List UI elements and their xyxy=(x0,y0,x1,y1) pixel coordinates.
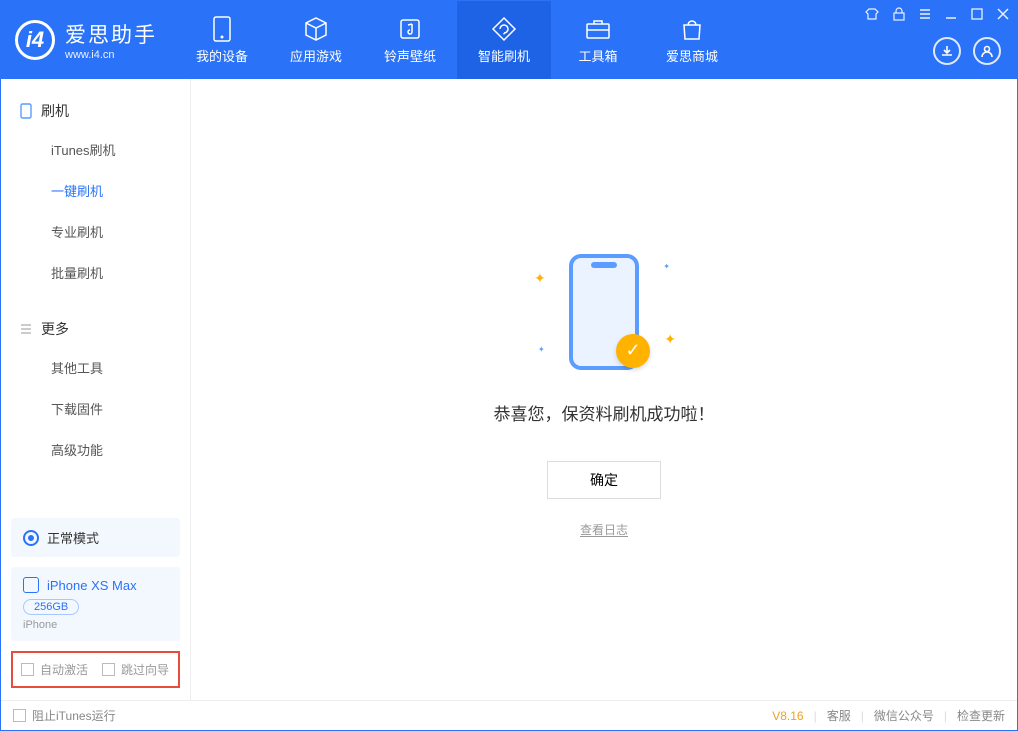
footer-link-update[interactable]: 检查更新 xyxy=(957,707,1005,724)
sparkle-icon: ✦ xyxy=(663,262,670,271)
device-name: iPhone XS Max xyxy=(47,578,137,593)
sidebar-item-download-firmware[interactable]: 下载固件 xyxy=(1,388,190,429)
nav-ringtones[interactable]: 铃声壁纸 xyxy=(363,1,457,79)
music-icon xyxy=(397,16,423,42)
sparkle-icon: ✦ xyxy=(534,270,546,287)
sidebar-item-pro-flash[interactable]: 专业刷机 xyxy=(1,211,190,252)
app-title: 爱思助手 xyxy=(65,19,157,49)
lock-icon[interactable] xyxy=(893,7,905,21)
mode-label: 正常模式 xyxy=(47,528,99,547)
flash-options: 自动激活 跳过向导 xyxy=(11,651,180,688)
main-content: ✦ ✦ ✦ ✦ ✓ 恭喜您，保资料刷机成功啦！ 确定 查看日志 xyxy=(191,79,1017,700)
top-nav: 我的设备 应用游戏 铃声壁纸 智能刷机 工具箱 爱思商城 xyxy=(175,1,739,79)
checkbox-label: 跳过向导 xyxy=(121,661,169,678)
footer-link-support[interactable]: 客服 xyxy=(827,707,851,724)
checkbox-icon xyxy=(13,709,26,722)
success-illustration: ✦ ✦ ✦ ✦ ✓ xyxy=(514,242,694,382)
sidebar-item-advanced[interactable]: 高级功能 xyxy=(1,429,190,470)
check-badge-icon: ✓ xyxy=(616,334,650,368)
device-icon xyxy=(209,16,235,42)
menu-icon[interactable] xyxy=(919,8,931,20)
sidebar-section-flash: 刷机 iTunes刷机 一键刷机 专业刷机 批量刷机 xyxy=(1,79,190,297)
app-subtitle: www.i4.cn xyxy=(65,49,157,61)
sparkle-icon: ✦ xyxy=(538,345,545,354)
footer-right: V8.16 | 客服 | 微信公众号 | 检查更新 xyxy=(772,707,1005,724)
checkbox-label: 阻止iTunes运行 xyxy=(32,707,116,724)
nav-my-device[interactable]: 我的设备 xyxy=(175,1,269,79)
device-capacity: 256GB xyxy=(23,599,79,615)
sidebar-section-more: 更多 其他工具 下载固件 高级功能 xyxy=(1,297,190,474)
user-button[interactable] xyxy=(973,37,1001,65)
nav-smart-flash[interactable]: 智能刷机 xyxy=(457,1,551,79)
nav-label: 应用游戏 xyxy=(290,46,342,65)
app-window: i4 爱思助手 www.i4.cn 我的设备 应用游戏 铃声壁纸 智能刷机 xyxy=(0,0,1018,731)
nav-apps-games[interactable]: 应用游戏 xyxy=(269,1,363,79)
sidebar-head-label: 更多 xyxy=(41,319,69,339)
sidebar-item-other-tools[interactable]: 其他工具 xyxy=(1,347,190,388)
version-label: V8.16 xyxy=(772,709,803,723)
footer-link-wechat[interactable]: 微信公众号 xyxy=(874,707,934,724)
nav-label: 我的设备 xyxy=(196,46,248,65)
bag-icon xyxy=(679,16,705,42)
cube-icon xyxy=(303,16,329,42)
close-icon[interactable] xyxy=(997,8,1009,20)
success-message: 恭喜您，保资料刷机成功啦！ xyxy=(494,400,715,425)
checkbox-block-itunes[interactable]: 阻止iTunes运行 xyxy=(13,707,116,724)
phone-icon xyxy=(19,104,33,118)
logo-icon: i4 xyxy=(15,20,55,60)
sparkle-icon: ✦ xyxy=(664,331,676,348)
logo-area[interactable]: i4 爱思助手 www.i4.cn xyxy=(1,1,175,79)
header-round-buttons xyxy=(933,37,1001,65)
body: 刷机 iTunes刷机 一键刷机 专业刷机 批量刷机 更多 其他工具 下载固件 xyxy=(1,79,1017,700)
window-controls xyxy=(865,7,1009,21)
sidebar-head-flash: 刷机 xyxy=(1,93,190,129)
sidebar-item-oneclick-flash[interactable]: 一键刷机 xyxy=(1,170,190,211)
minimize-icon[interactable] xyxy=(945,8,957,20)
checkbox-auto-activate[interactable]: 自动激活 xyxy=(21,661,88,678)
maximize-icon[interactable] xyxy=(971,8,983,20)
nav-store[interactable]: 爱思商城 xyxy=(645,1,739,79)
sidebar-list-flash: iTunes刷机 一键刷机 专业刷机 批量刷机 xyxy=(1,129,190,293)
device-name-row: iPhone XS Max xyxy=(23,577,168,593)
nav-label: 智能刷机 xyxy=(478,46,530,65)
footer: 阻止iTunes运行 V8.16 | 客服 | 微信公众号 | 检查更新 xyxy=(1,700,1017,730)
nav-label: 铃声壁纸 xyxy=(384,46,436,65)
checkbox-icon xyxy=(102,663,115,676)
refresh-icon xyxy=(491,16,517,42)
toolbox-icon xyxy=(585,16,611,42)
view-log-link[interactable]: 查看日志 xyxy=(580,521,628,538)
nav-toolbox[interactable]: 工具箱 xyxy=(551,1,645,79)
sidebar-item-itunes-flash[interactable]: iTunes刷机 xyxy=(1,129,190,170)
sidebar-head-more: 更多 xyxy=(1,311,190,347)
download-button[interactable] xyxy=(933,37,961,65)
phone-outline-icon xyxy=(23,577,39,593)
device-card[interactable]: iPhone XS Max 256GB iPhone xyxy=(11,567,180,641)
checkbox-icon xyxy=(21,663,34,676)
sidebar-list-more: 其他工具 下载固件 高级功能 xyxy=(1,347,190,470)
nav-label: 工具箱 xyxy=(578,46,617,65)
sidebar-head-label: 刷机 xyxy=(41,101,69,121)
mode-icon xyxy=(23,530,39,546)
checkbox-skip-wizard[interactable]: 跳过向导 xyxy=(102,661,169,678)
titlebar: i4 爱思助手 www.i4.cn 我的设备 应用游戏 铃声壁纸 智能刷机 xyxy=(1,1,1017,79)
skin-icon[interactable] xyxy=(865,7,879,21)
nav-label: 爱思商城 xyxy=(666,46,718,65)
logo-text: 爱思助手 www.i4.cn xyxy=(65,19,157,61)
ok-button[interactable]: 确定 xyxy=(547,461,661,499)
list-icon xyxy=(19,322,33,336)
sidebar: 刷机 iTunes刷机 一键刷机 专业刷机 批量刷机 更多 其他工具 下载固件 xyxy=(1,79,191,700)
sidebar-item-batch-flash[interactable]: 批量刷机 xyxy=(1,252,190,293)
checkbox-label: 自动激活 xyxy=(40,661,88,678)
device-mode[interactable]: 正常模式 xyxy=(11,518,180,557)
device-type: iPhone xyxy=(23,619,168,631)
